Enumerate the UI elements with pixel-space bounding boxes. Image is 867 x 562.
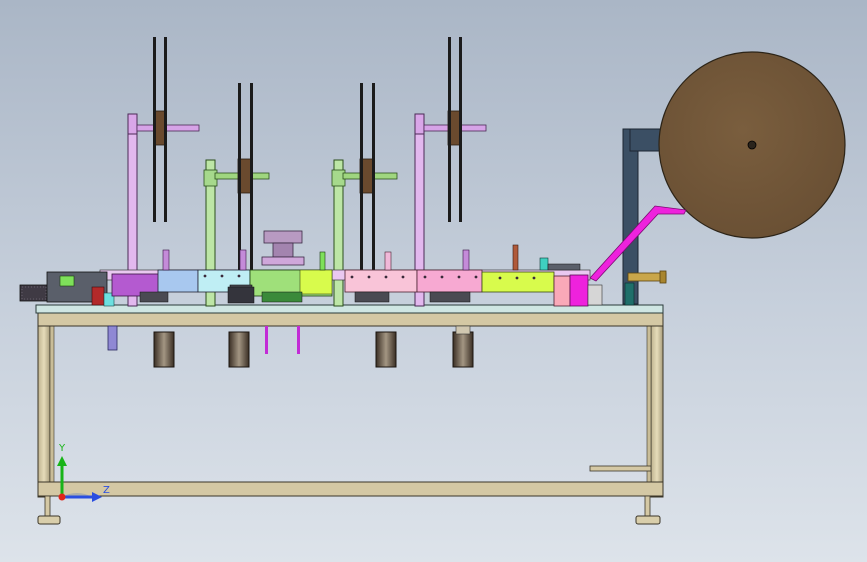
small-post-4 — [384, 251, 392, 271]
hopper-top — [263, 230, 303, 244]
triad-origin — [58, 493, 66, 501]
spool-disc-3b — [372, 83, 375, 273]
clamp-1 — [139, 291, 169, 303]
frame-rail-top — [37, 311, 664, 327]
processing-line — [19, 230, 635, 307]
spool-disc-4b — [459, 37, 462, 222]
frame-post-left-inner — [49, 323, 55, 495]
clamp-2 — [227, 286, 255, 304]
spool-disc-1b — [164, 37, 167, 222]
module-h-salmon — [553, 275, 571, 307]
intake-block — [19, 284, 49, 302]
roll-support-arm — [629, 128, 661, 152]
hopper-body — [272, 242, 294, 258]
clamp-3 — [261, 291, 303, 303]
spool-disc-3a — [360, 83, 363, 273]
module-a-green — [59, 275, 75, 287]
spool-stands — [127, 37, 487, 307]
clamp-5 — [429, 291, 471, 303]
rod-magenta-1 — [265, 326, 268, 354]
cylinder-violet — [107, 325, 118, 351]
module-a-red — [91, 286, 105, 306]
small-post-6 — [512, 244, 519, 271]
bracket-small — [455, 325, 471, 335]
machine-frame — [37, 311, 664, 525]
machine-model[interactable] — [0, 0, 867, 562]
small-post-5 — [462, 249, 470, 271]
spool-disc-1a — [153, 37, 156, 222]
small-post-1 — [162, 249, 170, 271]
module-e-pink — [344, 269, 418, 293]
cad-viewport[interactable]: Y Z — [0, 0, 867, 562]
hopper-base — [261, 256, 305, 266]
frame-leg-right — [650, 311, 664, 498]
small-bar-8 — [547, 263, 581, 271]
spool-disc-2b — [250, 83, 253, 273]
under-table-motors — [107, 325, 474, 368]
triad-y-arrow — [57, 456, 67, 466]
foot-pad-left — [37, 515, 61, 525]
small-post-3 — [319, 251, 326, 271]
triad-label-y: Y — [59, 443, 66, 454]
module-d-lime — [299, 269, 333, 295]
module-h-magenta — [569, 274, 589, 307]
spool-disc-2a — [238, 83, 241, 273]
motor-1 — [153, 331, 175, 368]
rod-magenta-2 — [297, 326, 300, 354]
frame-leg-left — [37, 311, 51, 498]
spool-shaft-1 — [136, 124, 200, 132]
material-roll-assembly — [589, 51, 846, 305]
foot-pad-right — [635, 515, 661, 525]
triad-label-z: Z — [103, 485, 110, 496]
purple-stand-left-cap — [127, 113, 138, 135]
frame-rail-bottom — [37, 481, 664, 497]
module-b-blue — [157, 269, 199, 293]
coordinate-triad — [57, 456, 102, 502]
roll-axle — [747, 140, 757, 150]
foot-stem-left — [44, 495, 51, 517]
motor-4 — [452, 331, 474, 368]
module-i-teal — [624, 282, 635, 306]
module-i-grey — [587, 284, 603, 306]
clamp-4 — [354, 291, 390, 303]
module-f-pink — [416, 269, 483, 293]
module-g-lime — [481, 271, 555, 293]
motor-2 — [228, 331, 250, 368]
small-post-2 — [239, 249, 247, 271]
motor-3 — [375, 331, 397, 368]
purple-stand-right-cap — [414, 113, 425, 135]
foot-stem-right — [644, 495, 651, 517]
frame-rail-middle — [589, 465, 652, 472]
small-post-7 — [539, 257, 549, 271]
spool-disc-4a — [448, 37, 451, 222]
roll-shaft-cap — [659, 270, 667, 284]
